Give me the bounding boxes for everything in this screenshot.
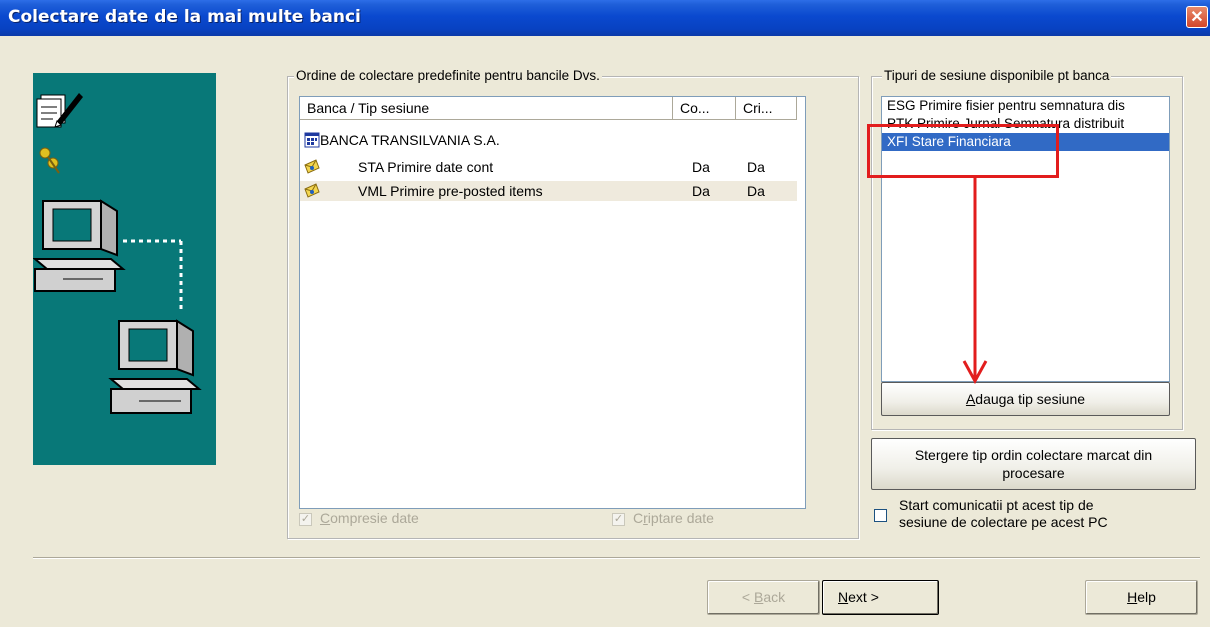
column-criptare[interactable]: Cri... — [736, 97, 797, 120]
footer-separator — [33, 557, 1200, 559]
compresie-value: Da — [692, 159, 710, 175]
criptare-value: Da — [747, 159, 765, 175]
column-bank-session[interactable]: Banca / Tip sesiune — [300, 97, 673, 120]
next-label: Next > — [838, 589, 879, 605]
wizard-illustration — [32, 73, 216, 465]
criptare-checkbox[interactable]: ✓ — [612, 513, 625, 526]
compresie-label: Compresie date — [320, 510, 419, 526]
bank-row[interactable]: BANCA TRANSILVANIA S.A. — [300, 130, 805, 150]
compresie-value: Da — [692, 183, 710, 199]
keys-icon — [39, 147, 60, 174]
table-row[interactable]: STA Primire date cont Da Da — [300, 157, 797, 177]
collection-order-legend: Ordine de colectare predefinite pentru b… — [294, 68, 602, 83]
collection-order-list[interactable]: Banca / Tip sesiune Co... Cri... BANCA T… — [299, 96, 806, 509]
document-pen-icon — [36, 93, 83, 128]
criptare-value: Da — [747, 183, 765, 199]
start-communications-checkbox[interactable] — [874, 509, 887, 522]
envelope-key-icon — [304, 159, 320, 174]
criptare-label: Criptare date — [633, 510, 714, 526]
back-button[interactable]: < Back — [707, 580, 820, 615]
bank-name: BANCA TRANSILVANIA S.A. — [320, 132, 500, 148]
start-label-line1: Start comunicatii pt acest tip de — [899, 497, 1094, 513]
help-button[interactable]: Help — [1085, 580, 1198, 615]
title-bar[interactable]: Colectare date de la mai multe banci ✕ — [0, 0, 1210, 36]
back-label: < Back — [741, 589, 786, 605]
window-title: Colectare date de la mai multe banci — [8, 7, 361, 27]
start-label-line2: sesiune de colectare pe acest PC — [899, 514, 1108, 530]
delete-collection-type-button[interactable]: Stergere tip ordin colectare marcat din … — [871, 438, 1196, 490]
delete-button-line1: Stergere tip ordin colectare marcat din — [914, 447, 1153, 463]
annotation-highlight-box — [867, 124, 1059, 178]
list-item[interactable]: ESG Primire fisier pentru semnatura dis — [882, 97, 1169, 115]
network-link-icon — [123, 239, 183, 313]
annotation-arrow-icon — [962, 178, 988, 385]
add-session-type-label: Adauga tip sesiune — [965, 391, 1086, 407]
add-session-type-button[interactable]: Adauga tip sesiune — [881, 382, 1170, 416]
close-icon: ✕ — [1190, 9, 1204, 26]
computer-icon — [108, 319, 202, 414]
envelope-key-icon — [304, 183, 320, 198]
bank-icon — [304, 132, 320, 148]
start-communications-label: Start comunicatii pt acest tip de sesiun… — [899, 497, 1108, 531]
help-label: Help — [1127, 589, 1156, 605]
computer-icon — [32, 199, 126, 292]
next-button[interactable]: Next > — [822, 580, 939, 615]
table-row[interactable]: VML Primire pre-posted items Da Da — [300, 181, 797, 201]
session-types-legend: Tipuri de sesiune disponibile pt banca — [882, 68, 1112, 83]
close-button[interactable]: ✕ — [1186, 6, 1208, 28]
session-label: VML Primire pre-posted items — [358, 183, 543, 199]
session-label: STA Primire date cont — [358, 159, 494, 175]
column-compresie[interactable]: Co... — [673, 97, 736, 120]
compresie-checkbox[interactable]: ✓ — [299, 513, 312, 526]
list-header: Banca / Tip sesiune Co... Cri... — [300, 97, 797, 120]
delete-button-line2: procesare — [1002, 465, 1065, 481]
